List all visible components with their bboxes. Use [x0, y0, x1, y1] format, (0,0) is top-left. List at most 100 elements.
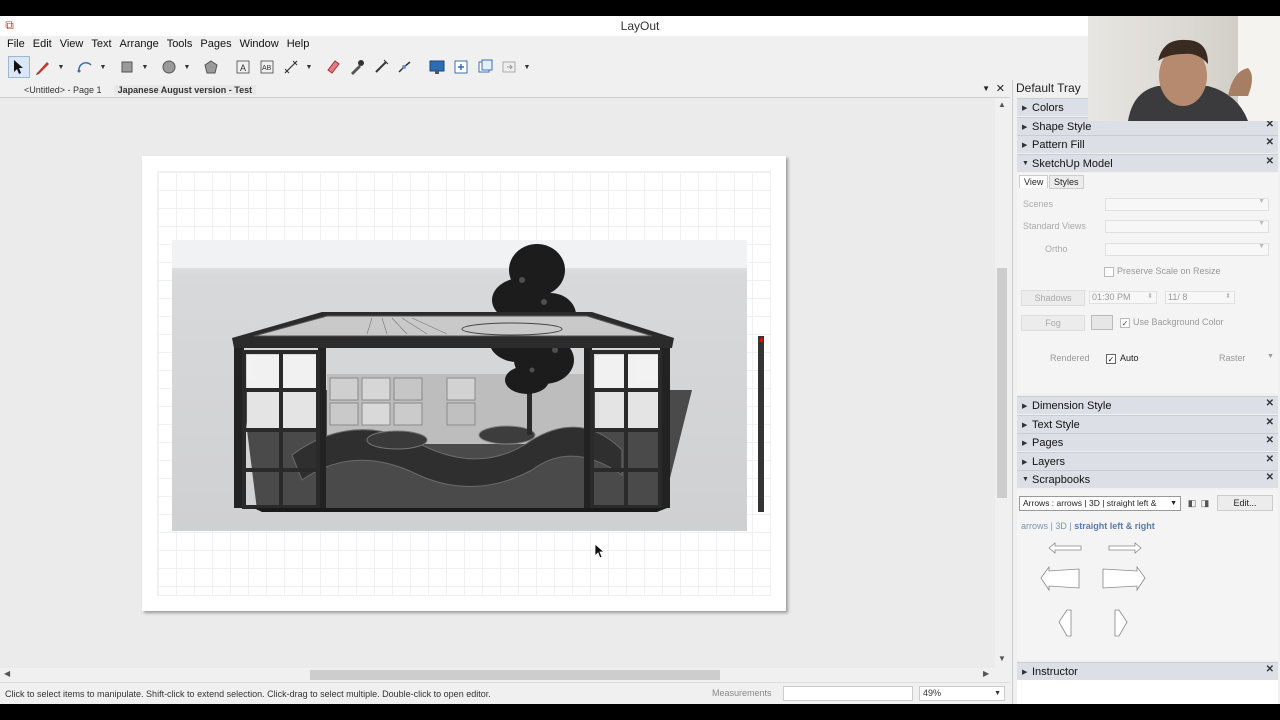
- sketchup-model-viewport[interactable]: [172, 240, 747, 531]
- menu-view[interactable]: View: [56, 38, 88, 50]
- standard-views-select[interactable]: ▼: [1105, 220, 1269, 233]
- close-document-icon[interactable]: ✕: [996, 82, 1005, 95]
- menu-window[interactable]: Window: [236, 38, 283, 50]
- close-panel-icon[interactable]: ✕: [1266, 398, 1274, 409]
- close-panel-icon[interactable]: ✕: [1266, 454, 1274, 465]
- shadow-time-input[interactable]: 01:30 PM ⬍: [1089, 291, 1157, 304]
- panel-text-style-header[interactable]: ▶ Text Style ✕: [1017, 415, 1278, 433]
- tray-title: Default Tray: [1016, 81, 1081, 95]
- panel-dimension-style-title: Dimension Style: [1032, 399, 1112, 412]
- scrapbook-back-icon[interactable]: ◧: [1187, 498, 1197, 509]
- panel-dimension-style-header[interactable]: ▶ Dimension Style ✕: [1017, 396, 1278, 414]
- close-panel-icon[interactable]: ✕: [1266, 417, 1274, 428]
- menu-tools[interactable]: Tools: [163, 38, 197, 50]
- rectangle-tool-icon[interactable]: [116, 56, 138, 78]
- tab-styles[interactable]: Styles: [1049, 175, 1084, 189]
- split-tool-icon[interactable]: [370, 56, 392, 78]
- panel-scrapbooks-header[interactable]: ▼ Scrapbooks ✕: [1017, 470, 1278, 488]
- panel-layers-header[interactable]: ▶ Layers ✕: [1017, 452, 1278, 470]
- next-page-icon[interactable]: [498, 56, 520, 78]
- pencil-line-tool-icon[interactable]: [32, 56, 54, 78]
- close-panel-icon[interactable]: ✕: [1266, 472, 1274, 483]
- panel-instructor-header[interactable]: ▶ Instructor ✕: [1017, 662, 1278, 680]
- add-page-icon[interactable]: [450, 56, 472, 78]
- eraser-tool-icon[interactable]: [322, 56, 344, 78]
- shadows-toggle-button[interactable]: Shadows: [1021, 290, 1085, 306]
- panel-sketchup-model-header[interactable]: ▼ SketchUp Model ✕: [1017, 154, 1278, 172]
- dimension-tool-icon[interactable]: [280, 56, 302, 78]
- style-tool-eyedropper-icon[interactable]: [346, 56, 368, 78]
- close-panel-icon[interactable]: ✕: [1266, 137, 1274, 148]
- line-tool-dropdown[interactable]: ▼: [56, 56, 66, 78]
- scrapbook-crumb-current: straight left & right: [1074, 521, 1155, 531]
- scenes-select[interactable]: ▼: [1105, 198, 1269, 211]
- spinner-icon[interactable]: ⬍: [1225, 291, 1231, 302]
- scrapbook-edit-button[interactable]: Edit...: [1217, 495, 1273, 511]
- rectangle-tool-dropdown[interactable]: ▼: [140, 56, 150, 78]
- menu-pages[interactable]: Pages: [196, 38, 235, 50]
- scroll-down-icon[interactable]: ▼: [998, 654, 1006, 663]
- duplicate-page-icon[interactable]: [474, 56, 496, 78]
- spinner-icon[interactable]: ⬍: [1147, 291, 1153, 302]
- horizontal-scroll-thumb[interactable]: [310, 670, 720, 680]
- layout-app-icon[interactable]: ⧉: [3, 19, 16, 32]
- arc-tool-dropdown[interactable]: ▼: [98, 56, 108, 78]
- arrow-left-large-icon: [1040, 565, 1080, 592]
- fog-toggle-button[interactable]: Fog: [1021, 315, 1085, 331]
- scrapbook-crumb-prefix[interactable]: arrows | 3D |: [1021, 521, 1072, 531]
- arc-tool-icon[interactable]: [74, 56, 96, 78]
- tab-view[interactable]: View: [1019, 175, 1049, 188]
- chevron-down-icon: ▼: [1258, 198, 1265, 205]
- fog-color-swatch[interactable]: [1091, 315, 1113, 330]
- ortho-scale-select[interactable]: ▼: [1105, 243, 1269, 256]
- auto-render-checkbox[interactable]: ✓: [1106, 354, 1116, 364]
- text-tool-icon[interactable]: A: [232, 56, 254, 78]
- menu-edit[interactable]: Edit: [29, 38, 56, 50]
- scroll-left-icon[interactable]: ◀: [4, 669, 10, 678]
- join-tool-icon[interactable]: [394, 56, 416, 78]
- close-panel-icon[interactable]: ✕: [1266, 664, 1274, 675]
- mouse-cursor-icon: [594, 543, 606, 559]
- expand-triangle-icon: ▶: [1022, 141, 1028, 149]
- chevron-down-icon[interactable]: ▼: [1267, 353, 1274, 360]
- polygon-tool-icon[interactable]: [200, 56, 222, 78]
- menu-text[interactable]: Text: [87, 38, 115, 50]
- scroll-right-icon[interactable]: ▶: [983, 669, 989, 678]
- circle-tool-dropdown[interactable]: ▼: [182, 56, 192, 78]
- shadow-date-input[interactable]: 11/ 8 ⬍: [1165, 291, 1235, 304]
- doc-tab-japanese-august[interactable]: Japanese August version - Test: [113, 84, 257, 95]
- panel-pattern-fill-header[interactable]: ▶ Pattern Fill ✕: [1017, 135, 1278, 153]
- zoom-level-select[interactable]: 49% ▼: [919, 686, 1005, 701]
- toolbar-overflow-dropdown[interactable]: ▼: [522, 56, 532, 78]
- horizontal-scrollbar[interactable]: ◀ ▶: [0, 668, 995, 682]
- scrapbook-forward-icon[interactable]: ◨: [1200, 498, 1210, 509]
- menu-file[interactable]: File: [3, 38, 29, 50]
- use-background-color-checkbox[interactable]: ✓: [1120, 318, 1130, 328]
- arrow-right-large-icon: [1102, 565, 1146, 592]
- close-panel-icon[interactable]: ✕: [1266, 435, 1274, 446]
- vertical-title-block-strip[interactable]: [758, 336, 764, 512]
- scrapbook-select[interactable]: Arrows : arrows | 3D | straight left & ▼: [1019, 496, 1181, 511]
- circle-tool-icon[interactable]: [158, 56, 180, 78]
- menu-help[interactable]: Help: [283, 38, 314, 50]
- ortho-label: Ortho: [1045, 244, 1068, 254]
- label-tool-icon[interactable]: AB: [256, 56, 278, 78]
- select-tool-icon[interactable]: [8, 56, 30, 78]
- vertical-scrollbar[interactable]: ▲ ▼: [995, 98, 1010, 668]
- close-panel-icon[interactable]: ✕: [1266, 156, 1274, 167]
- vertical-scroll-thumb[interactable]: [997, 268, 1007, 498]
- preserve-scale-checkbox[interactable]: [1104, 267, 1114, 277]
- arrow-right-3d-icon: [1114, 609, 1128, 637]
- doc-tab-untitled[interactable]: <Untitled> - Page 1: [20, 85, 106, 95]
- panel-pages-header[interactable]: ▶ Pages ✕: [1017, 433, 1278, 451]
- status-hint-text: Click to select items to manipulate. Shi…: [5, 688, 491, 699]
- render-mode-select[interactable]: Raster: [1219, 353, 1246, 363]
- tab-list-dropdown-icon[interactable]: ▼: [982, 84, 990, 93]
- paper-page[interactable]: ▲: [142, 156, 786, 611]
- document-canvas[interactable]: ▲: [0, 98, 995, 668]
- measurements-input[interactable]: [783, 686, 913, 701]
- start-presentation-icon[interactable]: [426, 56, 448, 78]
- menu-arrange[interactable]: Arrange: [116, 38, 163, 50]
- scroll-up-icon[interactable]: ▲: [998, 100, 1006, 109]
- dimension-tool-dropdown[interactable]: ▼: [304, 56, 314, 78]
